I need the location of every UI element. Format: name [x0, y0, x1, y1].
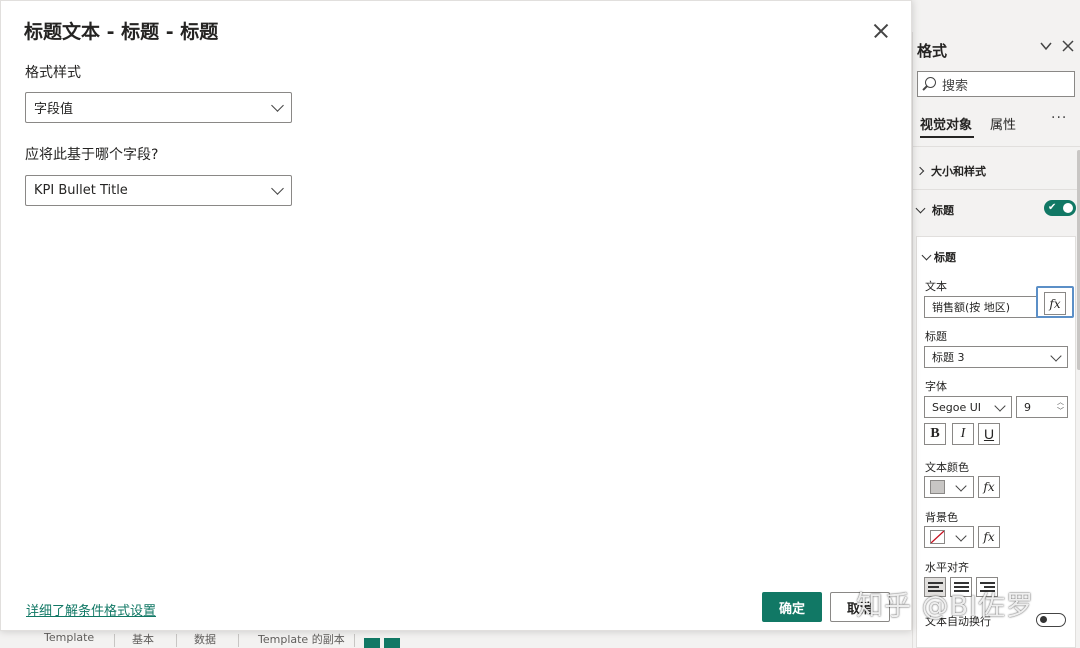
bold-button[interactable]: B: [924, 423, 946, 445]
search-placeholder: 搜索: [942, 78, 969, 94]
page-tab[interactable]: 数据: [194, 631, 216, 647]
section-title-label: 标题: [932, 204, 954, 217]
title-text-value: 销售额(按 地区): [932, 301, 1011, 314]
section-size-style-label: 大小和样式: [931, 165, 986, 178]
chevron-down-icon: [955, 530, 967, 542]
text-label: 文本: [925, 280, 947, 293]
divider: [176, 634, 177, 647]
color-swatch: [930, 480, 945, 494]
active-tab-indicator: [920, 136, 974, 138]
wrap-text-toggle[interactable]: [1036, 613, 1066, 627]
field-select[interactable]: KPI Bullet Title: [25, 175, 292, 206]
no-color-swatch-icon: [930, 530, 945, 544]
pane-top-strip: [912, 0, 1080, 32]
learn-more-link[interactable]: 详细了解条件格式设置: [26, 600, 156, 619]
divider: [913, 146, 1080, 147]
page-nav-icon[interactable]: [384, 638, 400, 648]
tab-visual[interactable]: 视觉对象: [920, 114, 972, 133]
format-pane-title: 格式: [917, 42, 948, 60]
text-color-picker[interactable]: [924, 476, 974, 498]
format-style-label: 格式样式: [25, 65, 81, 81]
chevron-down-icon: [955, 480, 967, 492]
format-style-select[interactable]: 字段值: [25, 92, 292, 123]
title-text-fx-button[interactable]: fx: [1044, 292, 1066, 315]
close-icon[interactable]: [871, 21, 891, 41]
close-pane-icon[interactable]: [1061, 39, 1075, 57]
format-style-value: 字段值: [34, 102, 74, 117]
font-size-stepper[interactable]: 9 ︿ ﹀: [1016, 396, 1068, 418]
toggle-knob: [1063, 203, 1073, 213]
font-size-value: 9: [1024, 400, 1031, 414]
stepper-arrows-icon[interactable]: ︿ ﹀: [1057, 398, 1064, 416]
title-card-header[interactable]: 标题: [921, 249, 956, 265]
more-options-icon[interactable]: ···: [1051, 110, 1067, 126]
chevron-down-icon: [915, 203, 926, 213]
chevron-down-icon: [994, 400, 1006, 412]
heading-select[interactable]: 标题 3: [924, 346, 1068, 368]
background-color-fx-button[interactable]: fx: [978, 526, 1000, 548]
chevron-down-icon: [271, 182, 284, 195]
watermark: 知乎 @BI佐罗: [856, 591, 1035, 622]
format-search-input[interactable]: 搜索: [917, 71, 1075, 97]
page-tab[interactable]: Template 的副本: [258, 631, 345, 647]
divider: [114, 634, 115, 647]
horizontal-align-label: 水平对齐: [925, 561, 969, 574]
divider: [354, 634, 355, 647]
chevron-down-icon: [1050, 350, 1062, 362]
chevron-down-icon: [271, 99, 284, 112]
divider: [913, 189, 1080, 190]
title-text-input[interactable]: 销售额(按 地区): [924, 296, 1038, 318]
heading-value: 标题 3: [932, 351, 965, 364]
field-value: KPI Bullet Title: [34, 183, 128, 198]
add-page-icon[interactable]: [364, 638, 380, 648]
italic-button[interactable]: I: [952, 423, 974, 445]
font-family-select[interactable]: Segoe UI: [924, 396, 1012, 418]
heading-label: 标题: [925, 330, 947, 343]
chevron-right-icon: [915, 166, 925, 176]
page-tab[interactable]: 基本: [132, 631, 154, 647]
underline-button[interactable]: U: [978, 423, 1000, 445]
font-family-value: Segoe UI: [932, 400, 982, 414]
background-color-label: 背景色: [925, 511, 958, 524]
format-pane: 格式 搜索 视觉对象 属性 ··· 大小和样式 标题 ✔ 标题 文本 销售额(按…: [912, 32, 1080, 648]
section-size-style[interactable]: 大小和样式: [915, 163, 986, 179]
title-toggle[interactable]: ✔: [1044, 200, 1076, 216]
field-question-label: 应将此基于哪个字段?: [25, 147, 159, 163]
search-icon: [922, 77, 936, 91]
title-card-header-label: 标题: [934, 251, 956, 264]
page-tab[interactable]: Template: [44, 631, 94, 644]
dialog-title: 标题文本 - 标题 - 标题: [24, 21, 219, 43]
conditional-format-dialog: 标题文本 - 标题 - 标题 格式样式 字段值 应将此基于哪个字段? KPI B…: [0, 0, 912, 631]
collapse-chevron-icon[interactable]: [1039, 39, 1053, 57]
ok-button[interactable]: 确定: [762, 592, 822, 622]
text-color-fx-button[interactable]: fx: [978, 476, 1000, 498]
toggle-knob: [1040, 616, 1047, 623]
divider: [238, 634, 239, 647]
background-color-picker[interactable]: [924, 526, 974, 548]
tab-general[interactable]: 属性: [990, 114, 1016, 133]
check-icon: ✔: [1048, 202, 1057, 213]
section-title[interactable]: 标题: [915, 202, 954, 218]
chevron-down-icon: [921, 250, 932, 260]
font-label: 字体: [925, 380, 947, 393]
text-color-label: 文本颜色: [925, 461, 969, 474]
